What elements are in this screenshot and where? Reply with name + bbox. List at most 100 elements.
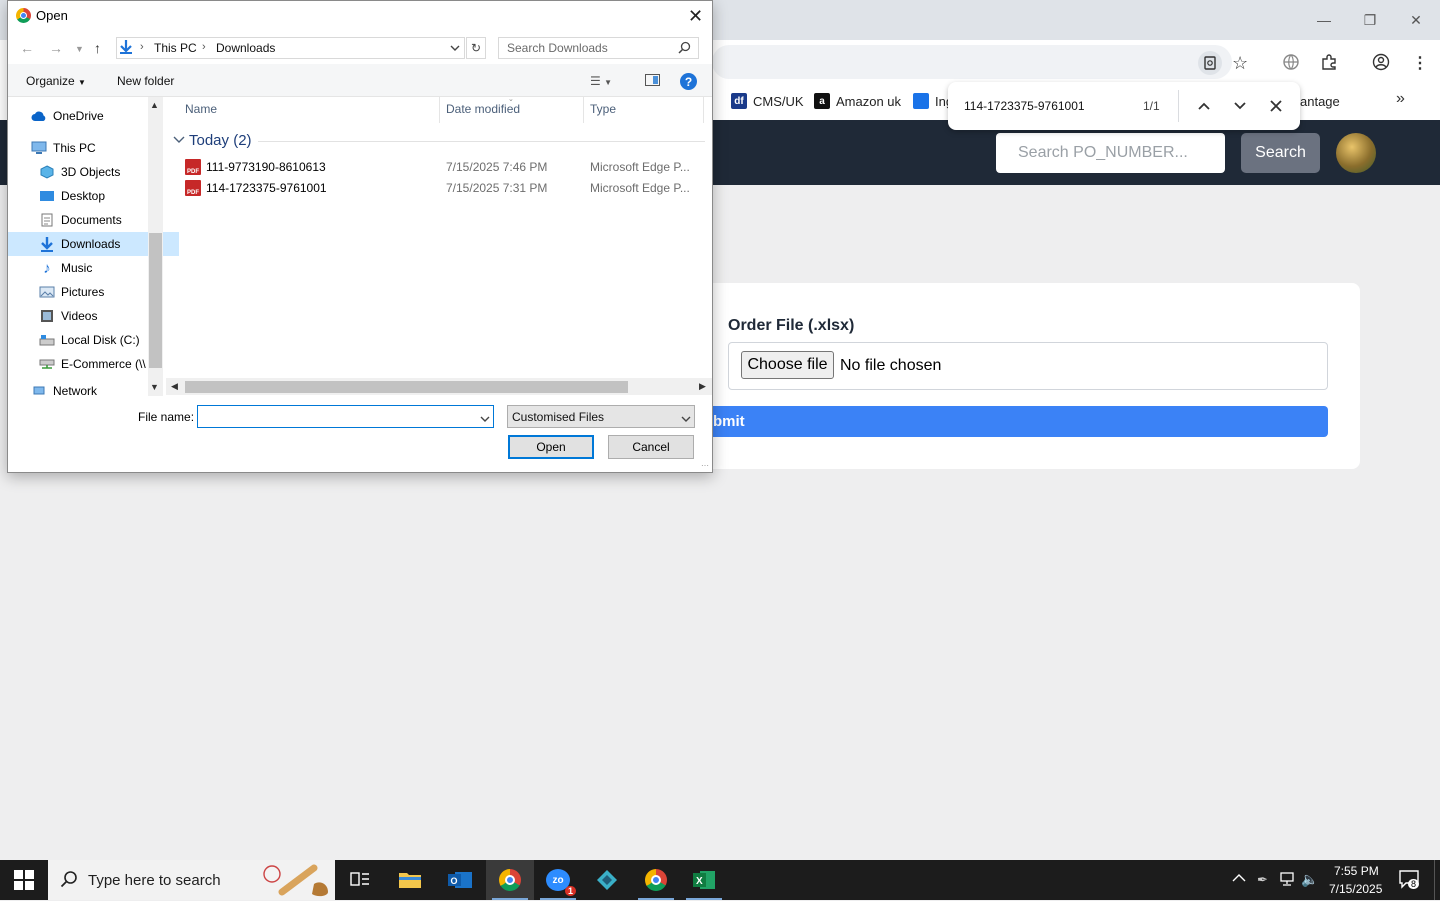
bookmark-label: antage (1300, 93, 1340, 109)
file-name-dropdown-chevron-icon[interactable] (480, 412, 490, 426)
sidebar-item-onedrive[interactable]: OneDrive (8, 104, 171, 128)
chrome-profile-taskbar-icon[interactable] (632, 860, 680, 900)
clock-date[interactable]: 7/15/2025 (1329, 882, 1382, 896)
file-type: Microsoft Edge P... (590, 160, 690, 174)
up-arrow-icon[interactable]: ↑ (94, 40, 101, 56)
preview-pane-icon[interactable] (645, 74, 660, 86)
excel-icon[interactable]: X (680, 860, 728, 900)
horizontal-scroll-thumb[interactable] (185, 381, 628, 393)
close-window-icon[interactable]: ✕ (1404, 8, 1428, 32)
column-header-type[interactable]: Type (590, 102, 616, 116)
file-name-input[interactable] (197, 405, 494, 428)
sidebar-item-network[interactable]: Network (8, 384, 171, 396)
sidebar-item-this-pc[interactable]: This PC (8, 136, 171, 160)
task-view-icon[interactable] (336, 860, 384, 900)
column-header-name[interactable]: Name (185, 102, 217, 116)
column-divider[interactable] (583, 97, 584, 123)
pen-icon[interactable]: ✒ (1257, 872, 1268, 888)
help-icon[interactable]: ? (680, 73, 697, 90)
po-search-input[interactable] (996, 133, 1225, 173)
file-date: 7/15/2025 7:31 PM (446, 181, 548, 195)
file-date: 7/15/2025 7:46 PM (446, 160, 548, 174)
address-bar[interactable] (712, 45, 1232, 79)
resize-grip-icon[interactable]: ⋯ (701, 461, 709, 470)
show-desktop-button[interactable] (1434, 860, 1440, 900)
dialog-close-icon[interactable]: ✕ (688, 6, 703, 27)
sidebar-item-label: 3D Objects (61, 165, 121, 179)
find-previous-chevron-up-icon[interactable] (1192, 94, 1216, 118)
sidebar-item-label: Network (53, 384, 98, 396)
bookmark-favicon-icon (913, 93, 929, 109)
find-in-page-icon[interactable] (1198, 51, 1222, 75)
group-collapse-chevron-icon[interactable] (173, 133, 185, 147)
forward-arrow-icon[interactable]: → (49, 40, 63, 56)
column-header-date-modified[interactable]: Date modified (446, 102, 520, 116)
scroll-right-icon[interactable]: ▶ (699, 381, 706, 392)
cancel-button[interactable]: Cancel (608, 435, 694, 459)
windows-start-icon[interactable] (14, 870, 34, 893)
star-icon[interactable]: ☆ (1232, 53, 1248, 74)
profile-icon[interactable] (1372, 53, 1390, 74)
scroll-up-icon[interactable]: ▲ (150, 100, 159, 110)
find-input[interactable]: 114-1723375-9761001 (964, 99, 1085, 113)
more-bookmarks-icon[interactable]: » (1396, 90, 1405, 108)
clock-time[interactable]: 7:55 PM (1334, 864, 1379, 878)
pdf-file-icon: PDF (185, 159, 201, 175)
scroll-left-icon[interactable]: ◀ (171, 381, 178, 392)
column-divider[interactable] (703, 97, 704, 123)
table-row[interactable]: PDF 114-1723375-9761001 7/15/2025 7:31 P… (185, 178, 705, 198)
organize-button[interactable]: Organize ▼ (26, 74, 86, 88)
no-file-chosen-text: No file chosen (840, 357, 942, 374)
sidebar-item-label: E-Commerce (\\ (61, 357, 146, 371)
translate-icon[interactable] (1282, 53, 1300, 74)
search-downloads-input[interactable] (498, 37, 699, 59)
volume-icon[interactable]: 🔈 (1301, 871, 1318, 888)
address-dropdown-chevron-icon[interactable] (450, 41, 460, 55)
bookmark-label: Amazon uk (836, 93, 902, 109)
chrome-taskbar-icon[interactable] (486, 860, 534, 900)
avatar[interactable] (1336, 133, 1376, 173)
navigation-scroll-thumb[interactable] (149, 233, 162, 368)
back-arrow-icon[interactable]: ← (20, 40, 34, 56)
network-icon (31, 384, 47, 396)
file-name: 114-1723375-9761001 (206, 181, 327, 195)
file-type-filter-select[interactable]: Customised Files (507, 405, 695, 428)
network-status-icon[interactable] (1278, 871, 1296, 890)
bookmark-vantage[interactable]: antage (1300, 91, 1340, 111)
app-diamond-icon[interactable] (583, 860, 631, 900)
show-hidden-icons-chevron-icon[interactable] (1232, 872, 1246, 886)
new-folder-button[interactable]: New folder (117, 74, 174, 88)
search-icon (678, 41, 691, 57)
disk-icon (39, 332, 55, 348)
organize-label: Organize (26, 74, 75, 88)
bookmark-cms-uk[interactable]: df CMS/UK (731, 91, 804, 111)
submit-button[interactable]: bmit (690, 406, 1328, 437)
group-header-today[interactable]: Today (2) (189, 132, 252, 149)
sidebar-item-label: Videos (61, 309, 98, 323)
file-explorer-icon[interactable] (386, 860, 434, 900)
download-icon (39, 236, 55, 252)
view-options-icon[interactable]: ☰ ▼ (590, 74, 612, 88)
choose-file-button[interactable]: Choose file (741, 351, 834, 379)
find-next-chevron-down-icon[interactable] (1228, 94, 1252, 118)
downloads-folder-icon (118, 39, 134, 58)
bookmark-amazon-uk[interactable]: a Amazon uk (814, 91, 901, 111)
breadcrumb-item-downloads[interactable]: Downloads (216, 41, 275, 55)
minimize-icon[interactable]: — (1312, 8, 1336, 32)
column-divider[interactable] (439, 97, 440, 123)
zoom-icon[interactable]: zo 1 (534, 860, 582, 900)
filter-chevron-down-icon[interactable] (681, 412, 691, 426)
search-button[interactable]: Search (1241, 133, 1320, 173)
refresh-icon[interactable]: ↻ (466, 37, 486, 59)
open-button[interactable]: Open (508, 435, 594, 459)
find-close-icon[interactable] (1264, 94, 1288, 118)
extensions-icon[interactable] (1320, 53, 1338, 74)
kebab-menu-icon[interactable]: ⋮ (1412, 53, 1428, 73)
restore-icon[interactable]: ❐ (1358, 8, 1382, 32)
notifications-icon[interactable]: 8 (1398, 869, 1420, 892)
scroll-down-icon[interactable]: ▼ (150, 382, 159, 392)
outlook-icon[interactable]: O (436, 860, 484, 900)
breadcrumb-item-this-pc[interactable]: This PC (154, 41, 197, 55)
recent-locations-chevron-icon[interactable]: ▼ (75, 44, 84, 54)
table-row[interactable]: PDF 111-9773190-8610613 7/15/2025 7:46 P… (185, 157, 705, 177)
